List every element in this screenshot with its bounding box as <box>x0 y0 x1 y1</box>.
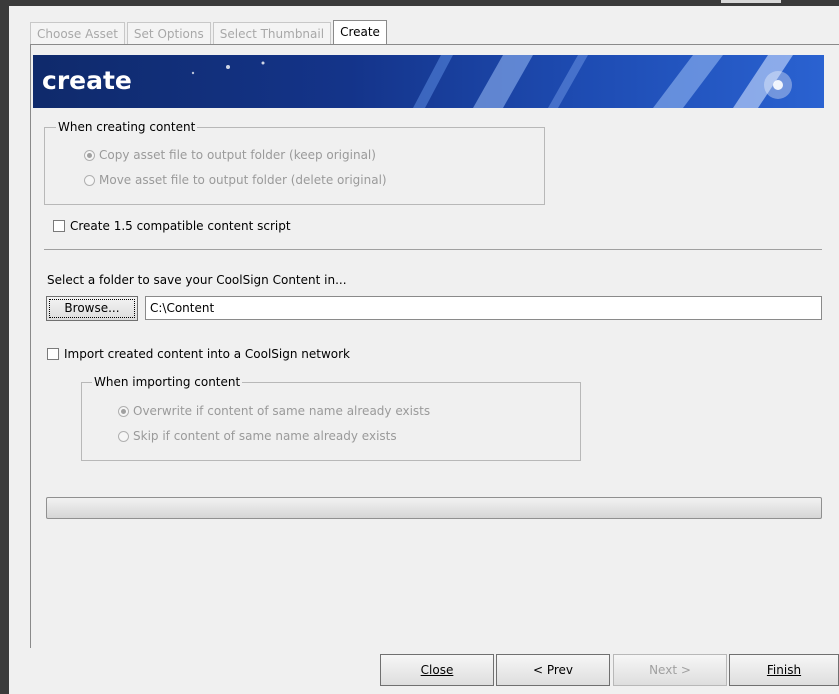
close-button[interactable]: Close <box>380 654 494 686</box>
content-options-group-label: When creating content <box>56 120 198 134</box>
radio-overwrite-button[interactable] <box>118 405 129 417</box>
radio-copy-asset-button[interactable] <box>84 149 95 161</box>
finish-button-label: Finish <box>766 663 802 677</box>
radio-skip-button[interactable] <box>118 430 129 442</box>
tab-strip: Choose Asset Set Options Select Thumbnai… <box>30 20 389 46</box>
radio-move-asset[interactable]: Move asset file to output folder (delete… <box>84 173 387 187</box>
create-banner: create <box>33 55 824 108</box>
import-network-checkbox[interactable]: Import created content into a CoolSign n… <box>47 347 350 361</box>
tab-set-options[interactable]: Set Options <box>126 22 211 45</box>
next-button[interactable]: Next > <box>613 654 727 686</box>
import-network-checkbox-label: Import created content into a CoolSign n… <box>64 347 351 361</box>
radio-copy-asset-label: Copy asset file to output folder (keep o… <box>99 148 376 162</box>
section-divider <box>44 249 822 250</box>
tab-select-thumbnail[interactable]: Select Thumbnail <box>212 22 332 45</box>
close-button-label: Close <box>420 663 454 677</box>
prev-button-label: < Prev <box>532 663 574 677</box>
tab-choose-asset[interactable]: Choose Asset <box>30 22 125 45</box>
radio-overwrite[interactable]: Overwrite if content of same name alread… <box>118 404 430 418</box>
next-button-label: Next > <box>649 663 691 677</box>
finish-button[interactable]: Finish <box>729 654 839 686</box>
radio-skip-label: Skip if content of same name already exi… <box>133 429 397 443</box>
radio-move-asset-label: Move asset file to output folder (delete… <box>99 173 387 187</box>
prev-button[interactable]: < Prev <box>496 654 610 686</box>
window-left-edge <box>0 0 9 694</box>
import-network-checkbox-box[interactable] <box>47 348 59 360</box>
window-top-edge <box>9 0 839 6</box>
progress-bar <box>46 497 822 519</box>
import-options-group-label: When importing content <box>92 375 243 389</box>
radio-move-asset-button[interactable] <box>84 174 95 186</box>
folder-prompt: Select a folder to save your CoolSign Co… <box>47 273 347 287</box>
compat-script-checkbox[interactable]: Create 1.5 compatible content script <box>53 219 291 233</box>
compat-script-checkbox-label: Create 1.5 compatible content script <box>70 219 291 233</box>
browse-button[interactable]: Browse... <box>46 296 138 321</box>
content-options-group <box>44 127 545 205</box>
radio-overwrite-label: Overwrite if content of same name alread… <box>133 404 431 418</box>
radio-skip[interactable]: Skip if content of same name already exi… <box>118 429 397 443</box>
radio-copy-asset[interactable]: Copy asset file to output folder (keep o… <box>84 148 376 162</box>
import-options-group <box>81 382 581 461</box>
browse-button-label: Browse... <box>64 301 120 315</box>
banner-title: create <box>42 66 132 95</box>
compat-script-checkbox-box[interactable] <box>53 220 65 232</box>
tab-create[interactable]: Create <box>333 20 387 46</box>
banner-graphic <box>191 55 793 108</box>
output-folder-input[interactable]: C:\Content <box>145 296 822 320</box>
